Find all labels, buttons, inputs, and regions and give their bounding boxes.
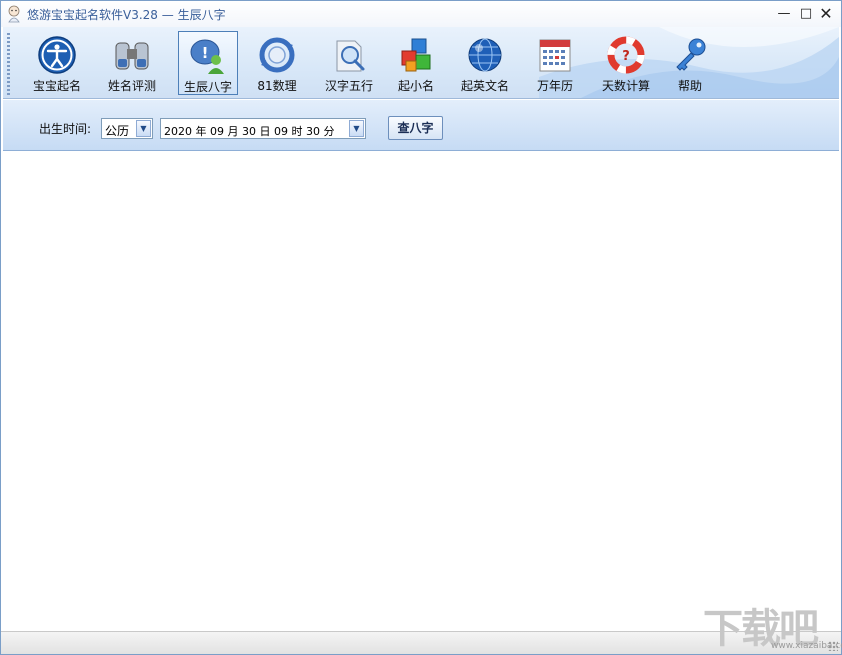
toolbar-label: 万年历 xyxy=(536,79,573,93)
birth-datetime-value[interactable]: 2020 年 09 月 30 日 09 时 30 分 xyxy=(164,123,334,139)
birth-time-label: 出生时间: xyxy=(39,122,92,136)
toolbar-button-character-five-elements[interactable]: 汉字五行 xyxy=(319,31,379,95)
toolbar-button-81-numerology[interactable]: 81数理 xyxy=(251,31,303,95)
watermark-url: www.xiazaiba.com xyxy=(771,641,842,651)
toolbar-label: 天数计算 xyxy=(601,79,650,93)
user-info-icon: ! xyxy=(190,39,224,74)
globe-icon xyxy=(468,38,502,72)
app-logo-icon xyxy=(8,5,20,23)
calendar-type-select[interactable]: 公历 ▼ xyxy=(101,118,153,139)
accessibility-icon xyxy=(38,36,76,74)
toolbar-grip[interactable] xyxy=(7,33,10,95)
toolbar-label: 帮助 xyxy=(677,79,702,93)
toolbar-label: 起英文名 xyxy=(460,79,509,93)
toolbar-label: 姓名评测 xyxy=(107,79,156,93)
toolbar-button-english-name[interactable]: 起英文名 xyxy=(455,31,515,95)
calendar-type-value: 公历 xyxy=(105,124,130,138)
app-title: 悠游宝宝起名软件V3.28 xyxy=(27,8,158,22)
birth-datetime-picker[interactable]: 2020 年 09 月 30 日 09 时 30 分 ▼ xyxy=(160,118,366,139)
toolbar-button-birth-bazi[interactable]: ! 生辰八字 xyxy=(178,31,238,95)
lifebuoy-icon: ? xyxy=(607,36,645,74)
svg-text:!: ! xyxy=(202,44,209,62)
toolbar-button-name-evaluation[interactable]: 姓名评测 xyxy=(101,31,163,95)
window-title: 悠游宝宝起名软件V3.28 — 生辰八字 xyxy=(27,6,226,23)
cycle-icon xyxy=(259,37,295,73)
title-bar: 悠游宝宝起名软件V3.28 — 生辰八字 — □ ✕ xyxy=(1,1,841,27)
toolbar-label: 生辰八字 xyxy=(183,80,232,94)
module-title: 生辰八字 xyxy=(177,8,226,22)
title-separator: — xyxy=(161,8,174,22)
birth-time-bar: 出生时间: 公历 ▼ 2020 年 09 月 30 日 09 时 30 分 ▼ … xyxy=(3,100,839,151)
blocks-icon xyxy=(401,38,431,72)
toolbar-label: 汉字五行 xyxy=(324,79,373,93)
chevron-down-icon[interactable]: ▼ xyxy=(349,120,364,137)
toolbar-button-baby-naming[interactable]: 宝宝起名 xyxy=(27,31,87,95)
app-window: 悠游宝宝起名软件V3.28 — 生辰八字 — □ ✕ 宝宝起名 姓名评测 ! 生… xyxy=(0,0,842,655)
toolbar-label: 起小名 xyxy=(397,79,434,93)
toolbar-label: 宝宝起名 xyxy=(32,79,81,93)
toolbar-label: 81数理 xyxy=(257,79,297,93)
query-bazi-button[interactable]: 查八字 xyxy=(388,116,443,140)
close-button[interactable]: ✕ xyxy=(813,4,839,24)
chevron-down-icon[interactable]: ▼ xyxy=(136,120,151,137)
result-area xyxy=(3,152,839,630)
toolbar-button-nickname[interactable]: 起小名 xyxy=(393,31,439,95)
main-toolbar: 宝宝起名 姓名评测 ! 生辰八字 81数理 汉字五行 起小名 起英文名 万年历 … xyxy=(3,27,839,99)
search-doc-icon xyxy=(336,40,365,72)
toolbar-button-perpetual-calendar[interactable]: 万年历 xyxy=(531,31,579,95)
binoculars-icon xyxy=(115,42,149,70)
toolbar-button-day-calculator[interactable]: ? 天数计算 xyxy=(595,31,657,95)
key-icon xyxy=(676,38,706,71)
svg-text:?: ? xyxy=(622,49,630,64)
calendar-icon xyxy=(539,39,571,72)
toolbar-button-help[interactable]: 帮助 xyxy=(667,31,713,95)
